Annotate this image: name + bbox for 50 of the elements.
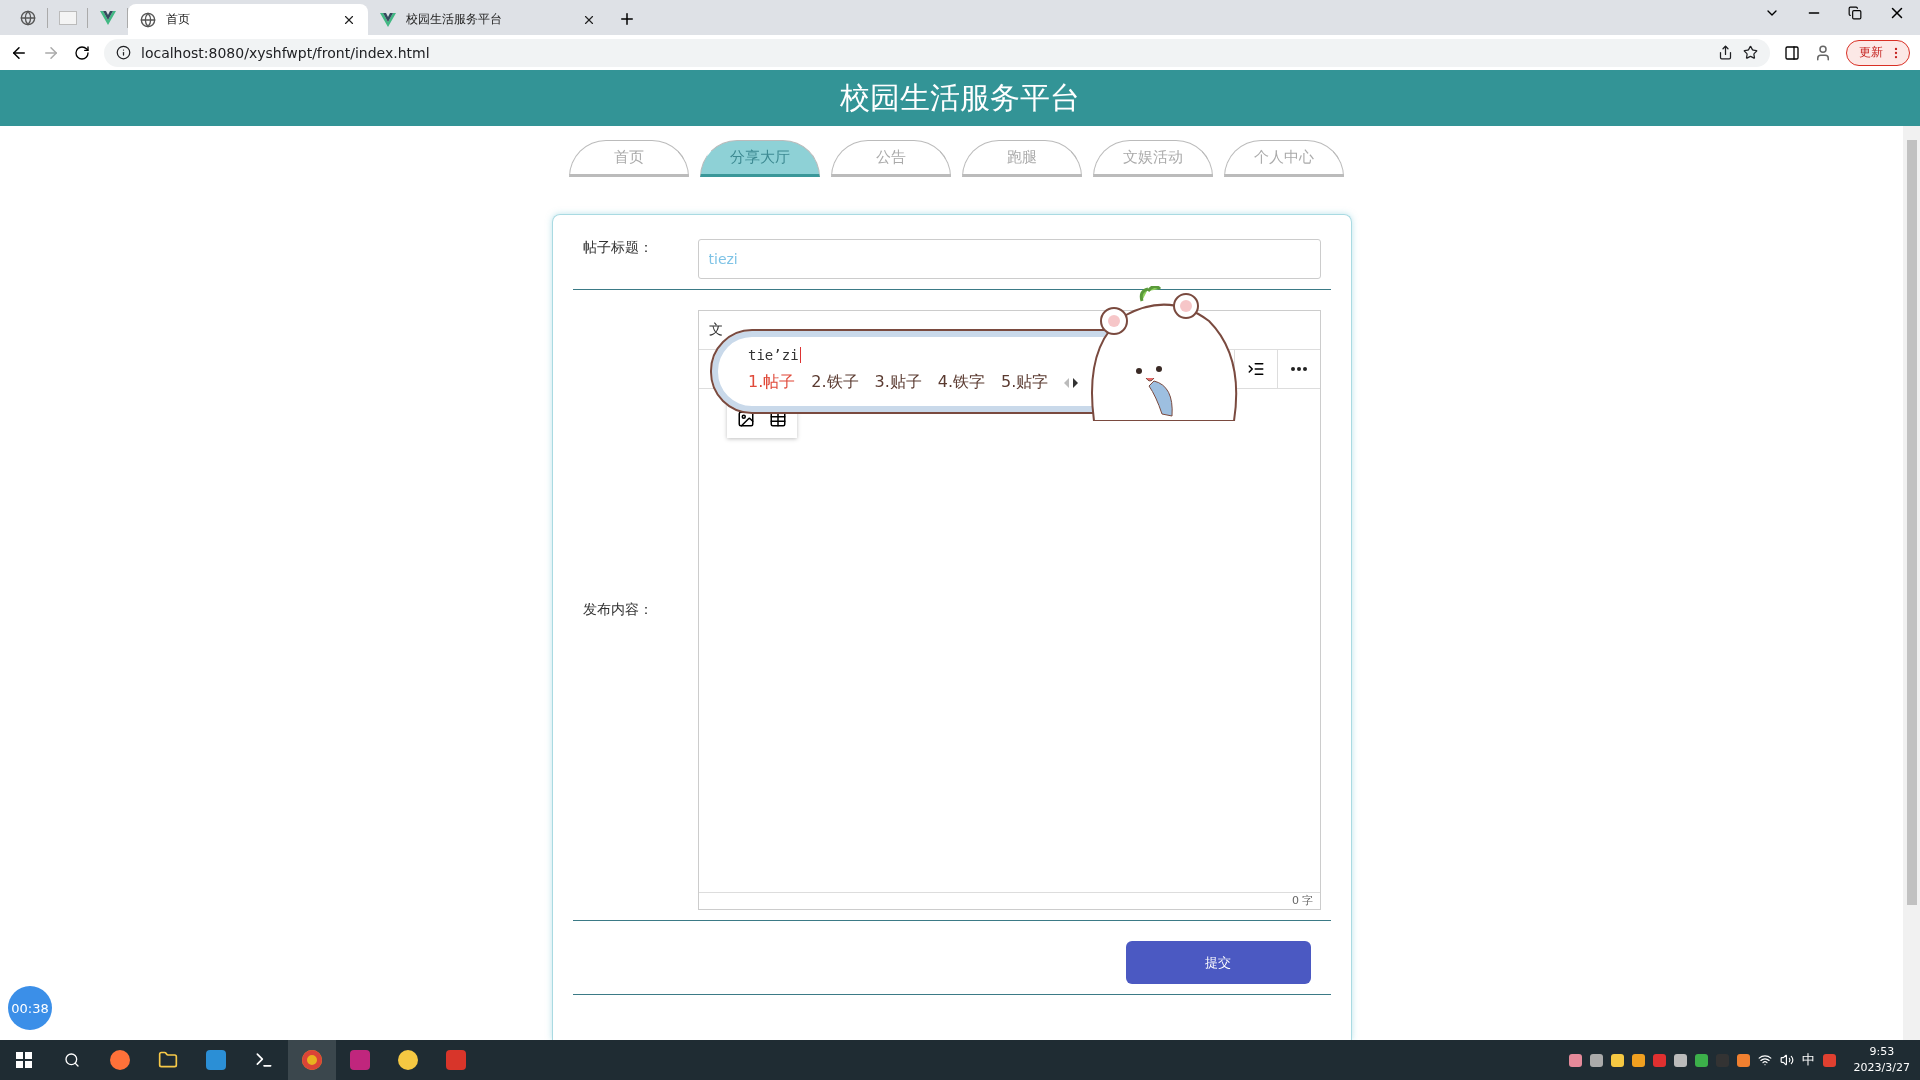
tray-icon[interactable] [1589, 1053, 1603, 1067]
tray-icon[interactable] [1568, 1053, 1582, 1067]
indent-icon [1246, 360, 1265, 378]
tray-icon[interactable] [1736, 1053, 1750, 1067]
page-arrows-icon[interactable] [1064, 376, 1079, 389]
bookmark-icon[interactable] [1743, 45, 1758, 60]
ime-indicator[interactable]: 中 [1801, 1051, 1815, 1069]
submit-button[interactable]: 提交 [1125, 941, 1311, 984]
address-bar[interactable]: localhost:8080/xyshfwpt/front/index.html [104, 38, 1770, 67]
profile-icon[interactable] [1814, 43, 1832, 62]
ime-composition: tie’zi [748, 347, 801, 363]
tab-title: 首页 [166, 11, 191, 28]
scrollbar-thumb[interactable] [1906, 140, 1917, 905]
taskbar-app-icon[interactable] [288, 1040, 336, 1080]
page-icon [58, 11, 77, 25]
v-logo-icon [380, 12, 396, 27]
clock[interactable]: 9:53 2023/3/27 [1843, 1044, 1920, 1076]
tray-icon[interactable] [1694, 1053, 1708, 1067]
browser-tab[interactable]: 首页 [128, 4, 368, 35]
reload-icon[interactable] [74, 44, 90, 61]
more-icon [1290, 367, 1307, 371]
field-label: 帖子标题： [581, 239, 654, 257]
site-title: 校园生活服务平台 [840, 78, 1080, 117]
globe-icon [140, 11, 156, 28]
url-text: localhost:8080/xyshfwpt/front/index.html [141, 44, 431, 61]
share-icon[interactable] [1718, 45, 1733, 60]
info-icon [116, 45, 131, 60]
ime-candidate[interactable]: 3.贴子 [874, 372, 922, 393]
image-icon[interactable] [736, 410, 755, 428]
field-label: 发布内容： [581, 601, 654, 619]
ime-candidate[interactable]: 2.铁子 [811, 372, 859, 393]
word-count: 0 字 [1292, 893, 1314, 909]
globe-icon [19, 10, 36, 26]
ime-candidate[interactable]: 5.贴字 [1001, 372, 1049, 393]
tray-icon[interactable] [1610, 1053, 1624, 1067]
v-logo-icon [99, 11, 116, 25]
tray-icon[interactable] [1673, 1053, 1687, 1067]
browser-tab[interactable]: 校园生活服务平台 [368, 4, 608, 35]
update-button[interactable]: 更新 [1846, 39, 1910, 66]
volume-icon[interactable] [1779, 1053, 1794, 1067]
tray-icon[interactable] [1631, 1053, 1645, 1067]
ime-candidate[interactable]: 4.铁字 [937, 372, 986, 393]
ime-candidate[interactable]: 1.帖子 [748, 372, 796, 393]
wifi-icon[interactable] [1757, 1053, 1772, 1067]
restore-icon[interactable] [1848, 5, 1862, 20]
side-panel-icon[interactable] [1784, 44, 1800, 61]
scrollbar[interactable] [1903, 126, 1920, 1040]
new-tab-icon[interactable] [618, 10, 636, 28]
tab-title: 校园生活服务平台 [406, 11, 503, 28]
menu-item[interactable]: 文 [708, 321, 723, 339]
